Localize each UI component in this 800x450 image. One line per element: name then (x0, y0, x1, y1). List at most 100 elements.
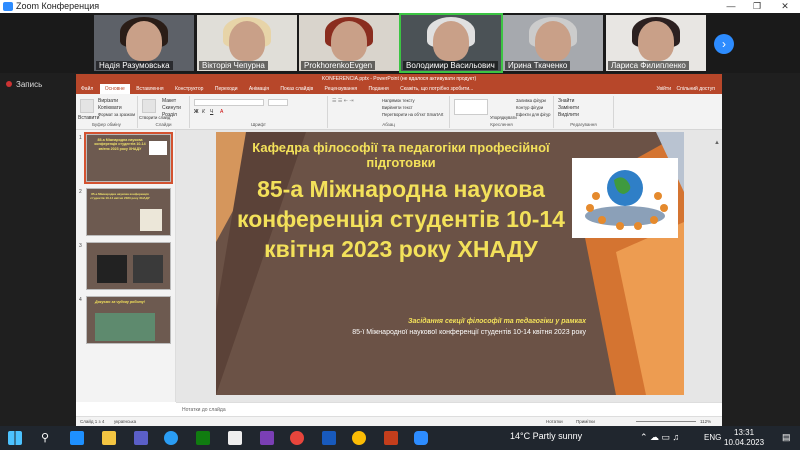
tab-design[interactable]: Конструктор (170, 84, 209, 94)
slide-editor: Кафедра філософії та педагогіки професій… (176, 130, 722, 402)
share-button[interactable]: Спільний доступ (672, 84, 720, 94)
viber-icon[interactable] (260, 431, 274, 445)
tab-review[interactable]: Рецензування (320, 84, 363, 94)
participant-tile-active-speaker[interactable]: Володимир Васильович (399, 13, 503, 73)
clipboard-group: Вставити Вирізати Копіювати Формат за зр… (76, 96, 138, 128)
scroll-up-icon[interactable]: ▲ (714, 140, 720, 146)
paste-button[interactable]: Вставити (78, 115, 99, 121)
participant-tile[interactable]: Вікторія Чепурна (197, 15, 297, 71)
replace-button[interactable]: Замінити (558, 105, 579, 111)
teams-icon[interactable] (134, 431, 148, 445)
participant-tile[interactable]: Ирина Ткаченко (503, 15, 603, 71)
weather-widget[interactable]: 14°C Partly sunny (510, 431, 582, 441)
close-icon[interactable]: ✕ (774, 0, 796, 13)
participant-tile[interactable]: Надія Разумовська (94, 15, 194, 71)
tab-animations[interactable]: Анімація (244, 84, 274, 94)
italic-icon[interactable]: К (202, 109, 205, 115)
word-icon[interactable] (322, 431, 336, 445)
slide-department-title: Кафедра філософії та педагогіки професій… (252, 140, 550, 170)
shape-outline-button[interactable]: Контур фігури (516, 105, 543, 110)
find-button[interactable]: Знайти (558, 98, 574, 104)
slide-number: 1 (79, 135, 82, 141)
font-color-icon[interactable]: A (220, 109, 223, 115)
tab-view[interactable]: Подання (364, 84, 394, 94)
input-language[interactable]: ENG (704, 433, 721, 442)
file-explorer-icon[interactable] (102, 431, 116, 445)
font-size-box[interactable] (268, 99, 288, 106)
participant-tile[interactable]: Лариса Филипленко (606, 15, 706, 71)
shapes-gallery[interactable] (454, 99, 488, 115)
tray-icons[interactable]: ⌃ ☁ ▭ ♫ (640, 432, 679, 443)
edge-icon[interactable] (164, 431, 178, 445)
search-icon[interactable]: ⚲ (38, 431, 52, 445)
notifications-icon[interactable]: ▤ (782, 432, 791, 443)
slide-thumbnail-4[interactable]: 4 Дякуємо за чудову роботу! (79, 296, 171, 344)
slide-thumbnail-2[interactable]: 2 85-а Міжнародна наукова конференція ст… (79, 188, 171, 236)
tab-slideshow[interactable]: Показ слайдів (275, 84, 318, 94)
text-direction-button[interactable]: Напрямок тексту (382, 98, 415, 103)
zoom-slider[interactable] (636, 421, 696, 422)
clock[interactable]: 13:31 10.04.2023 (724, 428, 764, 448)
current-slide[interactable]: Кафедра філософії та педагогіки професій… (216, 132, 684, 395)
format-painter-button[interactable]: Формат за зразком (98, 112, 135, 117)
chrome-icon[interactable] (290, 431, 304, 445)
cut-button[interactable]: Вирізати (98, 98, 118, 104)
bold-icon[interactable]: Ж (194, 109, 199, 115)
clock-time: 13:31 (734, 428, 755, 437)
minimize-icon[interactable]: — (720, 0, 742, 13)
notes-pane[interactable]: Нотатки до слайда (176, 402, 722, 416)
clock-date: 10.04.2023 (724, 438, 765, 447)
font-name-box[interactable] (194, 99, 264, 106)
restore-icon[interactable]: ❐ (746, 0, 768, 13)
slide-number: 4 (79, 297, 82, 303)
notepad-icon[interactable] (228, 431, 242, 445)
comments-button[interactable]: Примітки (576, 419, 595, 424)
tab-home[interactable]: Основне (99, 84, 130, 94)
conference-globe-image[interactable] (572, 158, 678, 238)
ribbon: Вставити Вирізати Копіювати Формат за зр… (76, 94, 722, 130)
new-slide-icon[interactable] (142, 99, 156, 113)
paragraph-group: ☰ ☰ ⇤ ⇥ Напрямок тексту Вирівняти текст … (328, 96, 450, 128)
store-icon[interactable] (196, 431, 210, 445)
slides-group: Створити слайд Макет Скинути Розділ Слай… (138, 96, 190, 128)
ribbon-tabs: Файл Основне Вставлення Конструктор Пере… (76, 84, 722, 94)
tab-file[interactable]: Файл (76, 84, 98, 94)
powerpoint-icon[interactable] (384, 431, 398, 445)
chrome-icon[interactable] (352, 431, 366, 445)
tab-insert[interactable]: Вставлення (131, 84, 168, 94)
thumbnail-image (149, 141, 167, 155)
layout-button[interactable]: Макет (162, 98, 176, 104)
reset-button[interactable]: Скинути (162, 105, 181, 111)
language-indicator[interactable]: українська (114, 419, 136, 424)
tab-transitions[interactable]: Переходи (210, 84, 243, 94)
tell-me-search[interactable]: Скажіть, що потрібно зробити... (395, 84, 478, 94)
align-text-button[interactable]: Вирівняти текст (382, 105, 413, 110)
next-page-arrow-icon[interactable]: › (714, 34, 734, 54)
smartart-button[interactable]: Перетворити на об'єкт SmartArt (382, 112, 443, 117)
participant-tile[interactable]: ProkhorenkoEvgen (299, 15, 399, 71)
zoom-icon[interactable] (414, 431, 428, 445)
copy-button[interactable]: Копіювати (98, 105, 122, 111)
slide-conference-line: 85-ї Міжнародної наукової конференції ст… (352, 329, 586, 336)
windows-start-icon[interactable] (8, 431, 22, 445)
zoom-titlebar: Zoom Конференция — ❐ ✕ (0, 0, 800, 13)
thumbnail-text: 85-а Міжнародна наукова конференція студ… (90, 192, 150, 200)
shape-effects-button[interactable]: Ефекти для фігур (516, 112, 550, 117)
slide-thumbnail-3[interactable]: 3 (79, 242, 171, 290)
powerpoint-window: KONFERENCIA.pptx - PowerPoint (не вдалос… (76, 74, 722, 426)
thumbnail-text: Дякуємо за чудову роботу! (95, 300, 145, 304)
notes-button[interactable]: Нотатки (546, 419, 563, 424)
arrange-button[interactable]: Упорядкувати (490, 115, 517, 120)
app-icon[interactable] (70, 431, 84, 445)
slide-thumbnail-1[interactable]: 1 85-а Міжнародна наукова конференція ст… (79, 132, 173, 184)
bullets-icon[interactable]: ☰ ☰ ⇤ ⇥ (332, 98, 354, 104)
thumbnail-text: 85-а Міжнародна наукова конференція студ… (94, 138, 146, 151)
paste-icon[interactable] (80, 99, 94, 113)
underline-icon[interactable]: Ч (210, 109, 213, 115)
select-button[interactable]: Виділити (558, 112, 579, 118)
shape-fill-button[interactable]: Заливка фігури (516, 98, 546, 103)
participant-face (229, 21, 265, 61)
participant-name: Ирина Ткаченко (505, 61, 571, 70)
zoom-level[interactable]: 112% (700, 419, 711, 424)
section-button[interactable]: Розділ (162, 112, 177, 118)
